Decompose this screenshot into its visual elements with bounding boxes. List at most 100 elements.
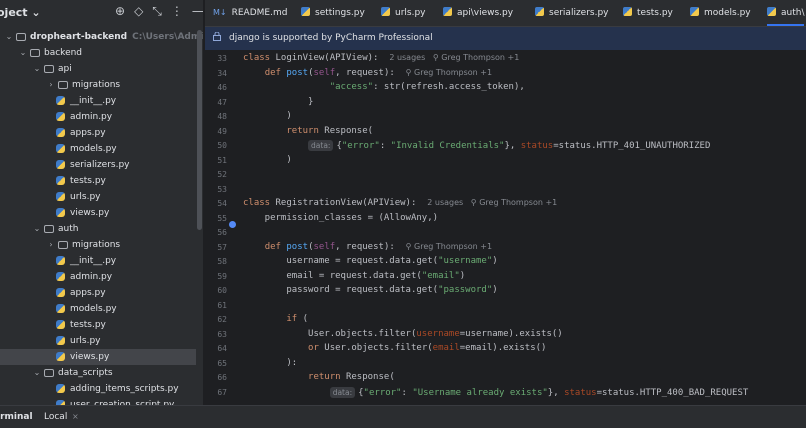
code-line[interactable]: data: {"error": "Username already exists"… [243,386,748,398]
tab-label: settings.py [315,8,365,18]
code-line[interactable]: or User.objects.filter(email=email).exis… [243,343,546,353]
tree-item-label: urls.py [70,336,101,346]
sidebar-scrollbar[interactable] [197,30,202,230]
tree-file-tests-py[interactable]: tests.py [0,317,196,333]
folder-icon [44,65,54,73]
tree-folder-backend[interactable]: ⌄ backend [0,45,196,61]
terminal-tab-local[interactable]: Local [44,406,67,428]
code-line[interactable]: ): [243,358,297,368]
tab-api-views-py[interactable]: api\views.py [443,0,513,26]
folder-icon [30,49,40,57]
options-icon[interactable]: ⋮ [171,4,183,19]
hide-icon[interactable]: — [192,4,203,19]
tree-file-tests-py[interactable]: tests.py [0,173,196,189]
tree-file-adding-items-scripts-py[interactable]: adding_items_scripts.py [0,381,196,397]
close-tab-icon[interactable]: × [72,406,79,428]
code-line[interactable]: ) [243,155,291,165]
line-number: 58 [217,257,227,266]
line-number: 47 [217,97,227,107]
code-line[interactable]: User.objects.filter(username=username).e… [243,329,563,339]
tree-file-admin-py[interactable]: admin.py [0,109,196,125]
python-file-icon [56,352,65,361]
tab-serializers-py[interactable]: serializers.py [535,0,609,26]
code-editor[interactable]: class LoginView(APIView): 2 usages ⚲ Gre… [243,50,806,405]
tree-file--init-py[interactable]: __init__.py [0,253,196,269]
collapse-all-icon[interactable]: ⤡ [152,4,162,19]
python-file-icon [56,288,65,297]
tree-item-label: auth [58,224,79,234]
line-number: 48 [217,112,227,121]
tree-file-apps-py[interactable]: apps.py [0,285,196,301]
tree-item-label: __init__.py [70,96,117,106]
tree-file-admin-py[interactable]: admin.py [0,269,196,285]
line-number: 60 [217,286,227,295]
tree-folder-api[interactable]: ⌄ api [0,61,196,77]
code-line[interactable]: def post(self, request): ⚲ Greg Thompson… [243,242,492,252]
python-file-icon [56,272,65,281]
project-path: C:\Users\Admin\Documents [132,32,203,42]
tab-readme-md[interactable]: M↓ README.md [213,0,287,26]
tab-label: tests.py [637,8,673,18]
tree-folder-migrations[interactable]: › migrations [0,77,196,93]
chevron-down-icon[interactable]: ⌄ [4,29,14,45]
tree-folder-migrations[interactable]: › migrations [0,237,196,253]
chevron-down-icon[interactable]: ⌄ [32,365,42,381]
tree-file-models-py[interactable]: models.py [0,141,196,157]
line-number: 54 [217,199,227,208]
tree-folder-dropheart-backend[interactable]: ⌄ dropheart-backendC:\Users\Admin\Documen… [0,29,203,45]
line-number: 56 [217,228,227,237]
locate-icon[interactable]: ⊕ [115,4,125,19]
terminal-tool-label[interactable]: erminal [0,406,33,428]
line-number: 33 [217,54,227,63]
python-file-icon [690,7,699,16]
code-line[interactable]: "access": str(refresh.access_token), [243,82,525,92]
code-line[interactable]: username = request.data.get("username") [243,256,497,266]
chevron-down-icon[interactable]: ⌄ [32,61,42,77]
chevron-down-icon[interactable]: ⌄ [32,221,42,237]
line-number: 34 [217,68,227,78]
tree-item-label: urls.py [70,192,101,202]
code-line[interactable]: data: {"error": "Invalid Credentials"}, s… [243,140,710,151]
tree-folder-data-scripts[interactable]: ⌄ data_scripts [0,365,196,381]
python-file-icon [56,336,65,345]
tree-file-views-py[interactable]: views.py [0,205,196,221]
tree-file-apps-py[interactable]: apps.py [0,125,196,141]
tab-urls-py[interactable]: urls.py [381,0,426,26]
line-number: 46 [217,83,227,92]
code-line[interactable]: } [243,97,313,107]
chevron-right-icon[interactable]: › [46,77,56,93]
editor-tabs: M↓ README.md settings.py urls.py api\views.p… [205,0,806,27]
expand-all-icon[interactable]: ◇ [134,4,143,19]
tree-file-urls-py[interactable]: urls.py [0,333,196,349]
tree-folder-auth[interactable]: ⌄ auth [0,221,196,237]
project-title[interactable]: oject ⌄ [0,6,41,19]
code-line[interactable]: email = request.data.get("email") [243,271,465,281]
code-line[interactable]: class LoginView(APIView): 2 usages ⚲ Gre… [243,53,519,63]
code-line[interactable]: class RegistrationView(APIView): 2 usage… [243,198,557,208]
tab-auth-[interactable]: auth\ [767,0,805,26]
python-file-icon [381,7,390,16]
tree-file-views-py[interactable]: views.py [0,349,196,365]
tab-settings-py[interactable]: settings.py [301,0,365,26]
code-line[interactable]: if ( [243,314,308,324]
code-line[interactable]: ) [243,111,291,121]
code-line[interactable]: return Response( [243,126,373,136]
chevron-down-icon[interactable]: ⌄ [18,45,28,61]
tree-file-models-py[interactable]: models.py [0,301,196,317]
tree-file-urls-py[interactable]: urls.py [0,189,196,205]
tree-file-user-creation-script-py[interactable]: user_creation_script.py [0,397,196,405]
code-line[interactable]: password = request.data.get("password") [243,285,497,295]
tree-file-serializers-py[interactable]: serializers.py [0,157,196,173]
code-line[interactable]: return Response( [243,372,395,382]
tree-file--init-py[interactable]: __init__.py [0,93,196,109]
line-number: 67 [217,387,227,397]
override-marker-icon[interactable] [229,221,236,228]
chevron-right-icon[interactable]: › [46,237,56,253]
notification-banner: django is supported by PyCharm Professio… [205,27,806,50]
code-line[interactable]: def post(self, request): ⚲ Greg Thompson… [243,68,492,78]
python-file-icon [56,320,65,329]
code-line[interactable]: permission_classes = (AllowAny,) [243,213,438,223]
tree-item-label: migrations [72,240,121,250]
tab-models-py[interactable]: models.py [690,0,751,26]
tab-tests-py[interactable]: tests.py [623,0,673,26]
